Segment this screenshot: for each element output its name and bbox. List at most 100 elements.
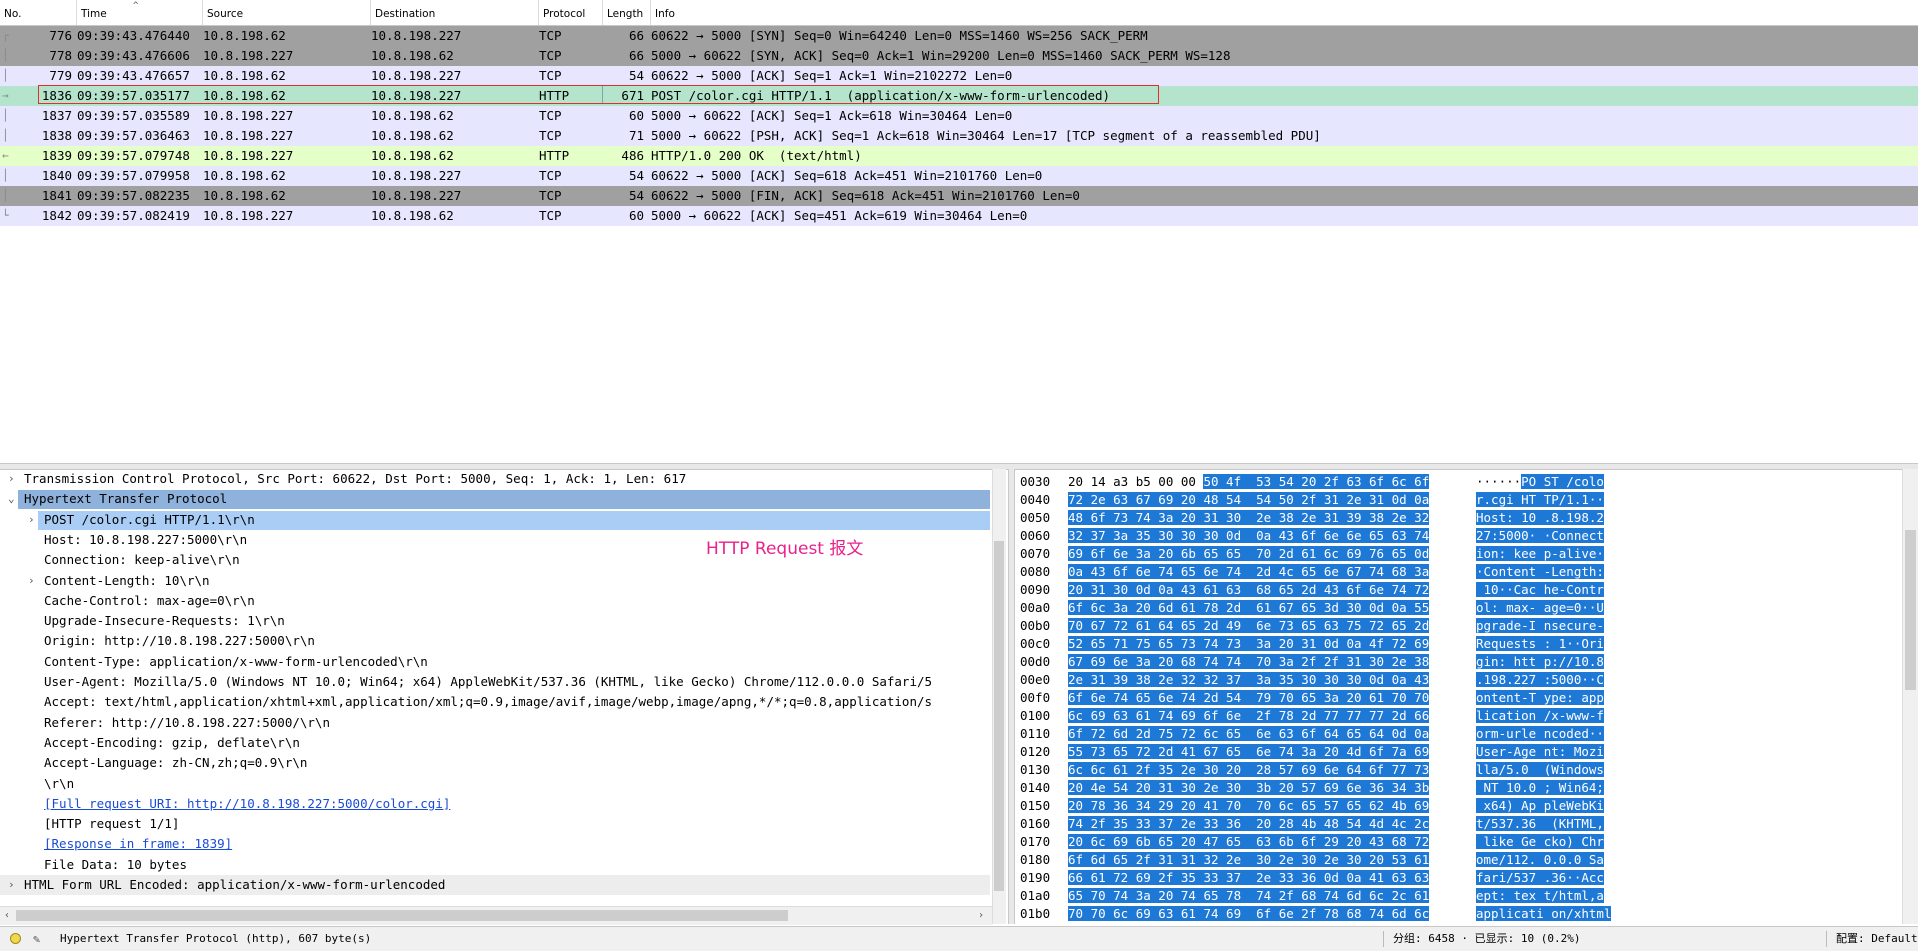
collapsed-chevron-icon[interactable]: › <box>8 875 15 895</box>
detail-tree-label: \r\n <box>44 775 75 791</box>
detail-tree-item[interactable]: Accept-Encoding: gzip, deflate\r\n <box>0 733 990 753</box>
hex-row[interactable]: 0030 20 14 a3 b5 00 00 50 4f 53 54 20 2f … <box>1016 473 1902 491</box>
column-header-length[interactable]: Length <box>603 0 651 25</box>
hex-row[interactable]: 0070 69 6f 6e 3a 20 6b 65 65 70 2d 61 6c … <box>1016 545 1902 563</box>
packet-length: 71 <box>628 128 644 143</box>
hex-row[interactable]: 01b0 70 70 6c 69 63 61 74 69 6f 6e 2f 78 … <box>1016 905 1902 923</box>
hex-row[interactable]: 01a0 65 70 74 3a 20 74 65 78 74 2f 68 74 … <box>1016 887 1902 905</box>
hex-bytes-plain: 20 14 a3 b5 00 00 <box>1068 474 1204 489</box>
hex-row[interactable]: 0060 32 37 3a 35 30 30 30 0d 0a 43 6f 6e … <box>1016 527 1902 545</box>
detail-tree-item[interactable]: [Response in frame: 1839] <box>0 834 990 854</box>
hex-row[interactable]: 00a0 6f 6c 3a 20 6d 61 78 2d 61 67 65 3d … <box>1016 599 1902 617</box>
hex-bytes: 20 31 30 0d 0a 43 61 63 68 65 2d 43 6f 6… <box>1068 581 1430 599</box>
packet-destination: 10.8.198.62 <box>371 108 454 123</box>
bytes-vertical-scroll-thumb[interactable] <box>1905 530 1916 690</box>
detail-tree-item[interactable]: Accept: text/html,application/xhtml+xml,… <box>0 692 990 712</box>
hex-row[interactable]: 0120 55 73 65 72 2d 41 67 65 6e 74 3a 20 … <box>1016 743 1902 761</box>
hex-ascii: ontent-T ype: app <box>1476 689 1604 707</box>
hex-row[interactable]: 0170 20 6c 69 6b 65 20 47 65 63 6b 6f 29 … <box>1016 833 1902 851</box>
status-profile[interactable]: 配置: Default <box>1836 927 1918 951</box>
detail-tree-item[interactable]: Origin: http://10.8.198.227:5000\r\n <box>0 631 990 651</box>
expert-info-led-icon[interactable] <box>10 933 21 944</box>
packet-row[interactable]: │ 1840 09:39:57.079958 10.8.198.62 10.8.198.… <box>0 166 1918 186</box>
hex-row[interactable]: 0130 6c 6c 61 2f 35 2e 30 20 28 57 69 6e … <box>1016 761 1902 779</box>
packet-row[interactable]: │ 779 09:39:43.476657 10.8.198.62 10.8.198.2… <box>0 66 1918 86</box>
vertical-pane-splitter[interactable] <box>1008 469 1015 924</box>
hex-bytes-highlighted: 66 61 72 69 2f 35 33 37 2e 33 36 0d 0a 4… <box>1068 870 1430 885</box>
hex-bytes: 6c 69 63 61 74 69 6f 6e 2f 78 2d 77 77 7… <box>1068 707 1430 725</box>
hex-row[interactable]: 0110 6f 72 6d 2d 75 72 6c 65 6e 63 6f 64 … <box>1016 725 1902 743</box>
packet-source: 10.8.198.227 <box>203 148 294 163</box>
edit-comment-icon[interactable]: ✎ <box>33 927 40 951</box>
collapsed-chevron-icon[interactable]: › <box>28 510 35 530</box>
hex-row[interactable]: 0040 72 2e 63 67 69 20 48 54 54 50 2f 31 … <box>1016 491 1902 509</box>
details-horizontal-scroll-thumb[interactable] <box>16 910 788 921</box>
hex-bytes-highlighted: 20 31 30 0d 0a 43 61 63 68 65 2d 43 6f 6… <box>1068 582 1430 597</box>
detail-tree-item[interactable]: Accept-Language: zh-CN,zh;q=0.9\r\n <box>0 753 990 773</box>
packet-row[interactable]: │ 1838 09:39:57.036463 10.8.198.227 10.8.198… <box>0 126 1918 146</box>
collapsed-chevron-icon[interactable]: › <box>28 571 35 591</box>
column-header-info[interactable]: Info <box>651 0 1918 25</box>
packet-row[interactable]: │ 778 09:39:43.476606 10.8.198.227 10.8.198.… <box>0 46 1918 66</box>
detail-tree-item[interactable]: Cache-Control: max-age=0\r\n <box>0 591 990 611</box>
hex-row[interactable]: 0190 66 61 72 69 2f 35 33 37 2e 33 36 0d … <box>1016 869 1902 887</box>
packet-row[interactable]: └ 1842 09:39:57.082419 10.8.198.227 10.8.198… <box>0 206 1918 226</box>
detail-tree-item[interactable]: \r\n <box>0 774 990 794</box>
detail-tree-item[interactable]: › POST /color.cgi HTTP/1.1\r\n <box>0 510 990 530</box>
detail-tree-item[interactable]: [Full request URI: http://10.8.198.227:5… <box>0 794 990 814</box>
packet-row[interactable]: │ 1841 09:39:57.082235 10.8.198.62 10.8.198.… <box>0 186 1918 206</box>
hex-ascii: t/537.36 (KHTML, <box>1476 815 1604 833</box>
hex-offset: 0070 <box>1020 546 1051 561</box>
hex-row[interactable]: 00f0 6f 6e 74 65 6e 74 2d 54 79 70 65 3a … <box>1016 689 1902 707</box>
hex-ascii: like Ge cko) Chr <box>1476 833 1604 851</box>
hex-row[interactable]: 0050 48 6f 73 74 3a 20 31 30 2e 38 2e 31 … <box>1016 509 1902 527</box>
hex-row[interactable]: 00b0 70 67 72 61 64 65 2d 49 6e 73 65 63 … <box>1016 617 1902 635</box>
detail-tree-label[interactable]: [Response in frame: 1839] <box>44 834 232 854</box>
status-packet-count: 分组: 6458 · 已显示: 10 (0.2%) <box>1393 932 1581 945</box>
detail-tree-item[interactable]: › HTML Form URL Encoded: application/x-ww… <box>0 875 990 895</box>
hex-row[interactable]: 00c0 52 65 71 75 65 73 74 73 3a 20 31 0d … <box>1016 635 1902 653</box>
scroll-left-icon[interactable]: ‹ <box>4 907 10 925</box>
packet-length: 66 <box>628 28 644 43</box>
detail-tree-item[interactable]: Referer: http://10.8.198.227:5000/\r\n <box>0 713 990 733</box>
hex-row[interactable]: 0100 6c 69 63 61 74 69 6f 6e 2f 78 2d 77 … <box>1016 707 1902 725</box>
packet-row[interactable]: ┌ 776 09:39:43.476440 10.8.198.62 10.8.198.2… <box>0 26 1918 46</box>
detail-tree-item[interactable]: Upgrade-Insecure-Requests: 1\r\n <box>0 611 990 631</box>
hex-row[interactable]: 00e0 2e 31 39 38 2e 32 32 37 3a 35 30 30 … <box>1016 671 1902 689</box>
detail-tree-label[interactable]: [Full request URI: http://10.8.198.227:5… <box>44 794 450 814</box>
packet-row[interactable]: │ 1837 09:39:57.035589 10.8.198.227 10.8.198… <box>0 106 1918 126</box>
detail-tree-item[interactable]: › Transmission Control Protocol, Src Port… <box>0 469 990 489</box>
packet-row[interactable]: ← 1839 09:39:57.079748 10.8.198.227 10.8.198… <box>0 146 1918 166</box>
detail-tree-item[interactable]: [HTTP request 1/1] <box>0 814 990 834</box>
column-header-source[interactable]: Source <box>203 0 371 25</box>
hex-ascii-highlighted: lla/5.0 (Windows <box>1476 762 1604 777</box>
expanded-chevron-icon[interactable]: ⌄ <box>8 489 15 509</box>
hex-row[interactable]: 0080 0a 43 6f 6e 74 65 6e 74 2d 4c 65 6e … <box>1016 563 1902 581</box>
status-separator <box>1383 931 1384 947</box>
packet-destination: 10.8.198.62 <box>371 128 454 143</box>
hex-row[interactable]: 0150 20 78 36 34 29 20 41 70 70 6c 65 57 … <box>1016 797 1902 815</box>
hex-row[interactable]: 0090 20 31 30 0d 0a 43 61 63 68 65 2d 43 … <box>1016 581 1902 599</box>
hex-bytes: 20 4e 54 20 31 30 2e 30 3b 20 57 69 6e 3… <box>1068 779 1430 797</box>
column-header-destination[interactable]: Destination <box>371 0 539 25</box>
hex-row[interactable]: 0180 6f 6d 65 2f 31 31 32 2e 30 2e 30 2e … <box>1016 851 1902 869</box>
hex-row[interactable]: 0160 74 2f 35 33 37 2e 33 36 20 28 4b 48 … <box>1016 815 1902 833</box>
hex-bytes-highlighted: 0a 43 6f 6e 74 65 6e 74 2d 4c 65 6e 67 7… <box>1068 564 1430 579</box>
detail-tree-item[interactable]: › Content-Length: 10\r\n <box>0 571 990 591</box>
hex-bytes-highlighted: 52 65 71 75 65 73 74 73 3a 20 31 0d 0a 4… <box>1068 636 1430 651</box>
detail-tree-item[interactable]: Content-Type: application/x-www-form-url… <box>0 652 990 672</box>
scroll-right-icon[interactable]: › <box>978 907 984 925</box>
hex-bytes: 66 61 72 69 2f 35 33 37 2e 33 36 0d 0a 4… <box>1068 869 1430 887</box>
hex-ascii: r.cgi HT TP/1.1·· <box>1476 491 1604 509</box>
hex-row[interactable]: 00d0 67 69 6e 3a 20 68 74 74 70 3a 2f 2f … <box>1016 653 1902 671</box>
detail-tree-item[interactable]: User-Agent: Mozilla/5.0 (Windows NT 10.0… <box>0 672 990 692</box>
detail-tree-item[interactable]: File Data: 10 bytes <box>0 855 990 875</box>
collapsed-chevron-icon[interactable]: › <box>8 469 15 489</box>
column-header-no[interactable]: No. <box>0 0 77 25</box>
column-header-protocol[interactable]: Protocol <box>539 0 603 25</box>
column-header-time[interactable]: Time <box>77 0 203 25</box>
detail-tree-item[interactable]: ⌄ Hypertext Transfer Protocol <box>0 489 990 510</box>
details-vertical-scroll-thumb[interactable] <box>994 541 1004 891</box>
hex-row[interactable]: 0140 20 4e 54 20 31 30 2e 30 3b 20 57 69 … <box>1016 779 1902 797</box>
packet-protocol: TCP <box>539 128 562 143</box>
